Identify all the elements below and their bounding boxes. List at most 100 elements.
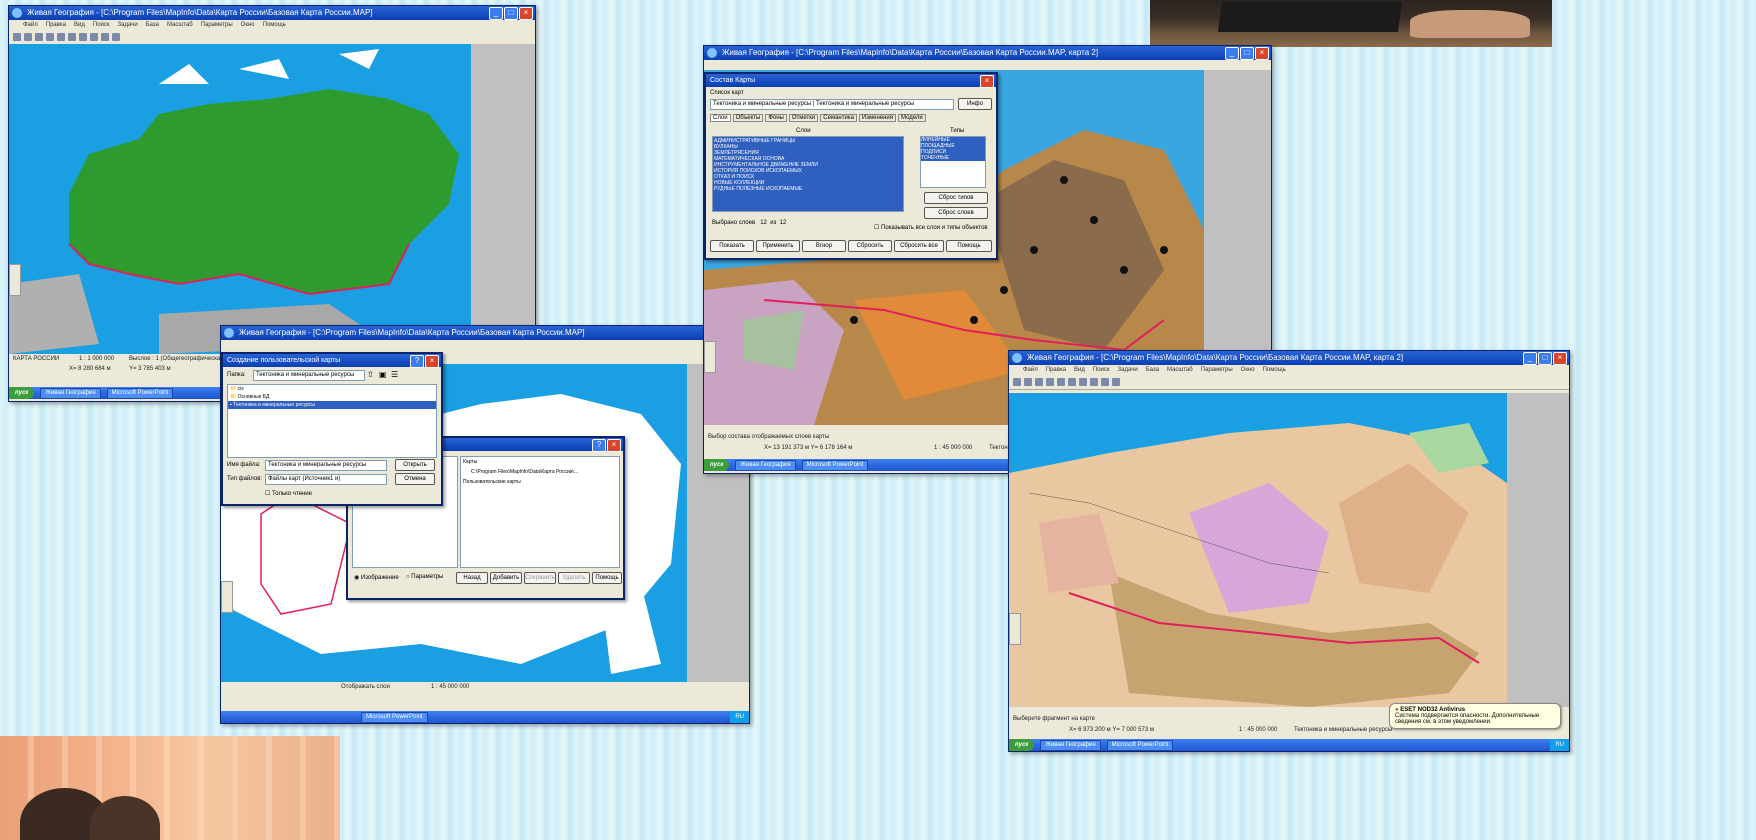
show-all-checkbox[interactable]: ☐ Показывать все слои и типы объектов (874, 224, 988, 231)
tree-item-path[interactable]: C:\Program Files\MapInfo\Data\Карта Росс… (461, 467, 619, 477)
back-button[interactable]: Назад (456, 572, 488, 584)
help-button[interactable]: Помощь (946, 240, 992, 252)
search-icon[interactable] (101, 33, 109, 41)
menu-help[interactable]: Помощь (263, 20, 286, 30)
menu-search[interactable]: Поиск (93, 20, 110, 30)
search-icon[interactable] (1101, 378, 1109, 386)
layers-icon[interactable] (90, 33, 98, 41)
radio-params[interactable]: ○ Параметры (406, 574, 443, 580)
window-titlebar[interactable]: Живая География - [C:\Program Files\MapI… (704, 46, 1271, 60)
open-button[interactable]: Открыть (395, 459, 435, 471)
menu-window[interactable]: Окно (241, 20, 255, 30)
menu-file[interactable]: Файл (1023, 365, 1038, 375)
list-item[interactable]: ТОЧЕЧНЫЕ (921, 155, 985, 161)
tab-backgrounds[interactable]: Фоны (765, 114, 787, 122)
taskbar-item-powerpoint[interactable]: Microsoft PowerPoint (1106, 739, 1174, 751)
map-canvas[interactable] (1009, 393, 1507, 707)
select-icon[interactable] (1046, 378, 1054, 386)
tree-item-maps[interactable]: Карты (461, 457, 619, 467)
menu-scale[interactable]: Масштаб (167, 20, 193, 30)
select-icon[interactable] (46, 33, 54, 41)
types-list[interactable]: ЛИНЕЙНЫЕ ПЛОЩАДНЫЕ ПОДПИСИ ТОЧЕЧНЫЕ (920, 136, 986, 188)
panel-toggle[interactable] (704, 341, 716, 373)
taskbar-item-powerpoint[interactable]: Microsoft PowerPoint (801, 459, 869, 471)
delete-button[interactable]: Удалить (558, 572, 590, 584)
menu-window[interactable]: Окно (1241, 365, 1255, 375)
menu-base[interactable]: База (1146, 365, 1159, 375)
open-icon[interactable] (13, 33, 21, 41)
filename-input[interactable]: Тектоника и минеральные ресурсы (265, 460, 387, 471)
list-item[interactable]: РУДНЫЕ ПОЛЕЗНЫЕ ИСКОПАЕМЫЕ (714, 186, 902, 192)
info-icon[interactable] (112, 33, 120, 41)
save-icon[interactable] (24, 33, 32, 41)
close-button[interactable]: × (1553, 352, 1567, 365)
dialog-titlebar[interactable]: Состав Карты × (706, 74, 996, 88)
window-titlebar[interactable]: Живая География - [C:\Program Files\MapI… (221, 326, 749, 340)
start-button[interactable]: пуск (704, 459, 730, 471)
zoom-in-icon[interactable] (57, 33, 65, 41)
reset-types-button[interactable]: Сброс типов (924, 192, 988, 204)
map-tree[interactable]: Карты C:\Program Files\MapInfo\Data\Карт… (460, 456, 620, 568)
window-titlebar[interactable]: Живая География - [C:\Program Files\MapI… (9, 6, 535, 20)
panel-toggle[interactable] (9, 264, 21, 296)
pan-icon[interactable] (1079, 378, 1087, 386)
menu-params[interactable]: Параметры (201, 20, 233, 30)
save-button[interactable]: Сохранить (524, 572, 556, 584)
tab-changes[interactable]: Изменения (858, 114, 897, 122)
readonly-checkbox[interactable]: ☐ Только чтение (265, 490, 312, 497)
tab-semantics[interactable]: Семантика (820, 114, 857, 122)
layers-icon[interactable] (1090, 378, 1098, 386)
menu-tasks[interactable]: Задачи (1118, 365, 1138, 375)
help-button-2[interactable]: Помощь (592, 572, 622, 584)
panel-toggle[interactable] (221, 581, 233, 613)
layers-list[interactable]: АДМИНИСТРАТИВНЫЕ ГРАНИЦЫ ВУЛКАНЫ ЗЕМЛЕТР… (712, 136, 904, 212)
tab-objects[interactable]: Объекты (732, 114, 764, 122)
show-button[interactable]: Показать (710, 240, 754, 252)
tab-models[interactable]: Модели (898, 114, 926, 122)
panel-toggle[interactable] (1009, 613, 1021, 645)
menu-view[interactable]: Вид (1074, 365, 1085, 375)
close-button[interactable]: × (425, 355, 439, 368)
menu-file[interactable]: Файл (23, 20, 38, 30)
zoom-out-icon[interactable] (1068, 378, 1076, 386)
tree-item-user-maps[interactable]: Пользовательские карты (461, 477, 619, 487)
reset-layers-button[interactable]: Сброс слоев (924, 207, 988, 219)
taskbar-item-powerpoint[interactable]: Microsoft PowerPoint (106, 387, 174, 399)
close-button[interactable]: × (607, 439, 621, 452)
maximize-button[interactable]: □ (504, 7, 518, 20)
open-icon[interactable] (1013, 378, 1021, 386)
reset-all-button[interactable]: Сбросить все (894, 240, 944, 252)
filetype-select[interactable]: Файлы карт (Источник1 и) (265, 474, 387, 485)
maximize-button[interactable]: □ (1240, 47, 1254, 60)
taskbar-item-app[interactable]: Живая География (735, 459, 796, 471)
reset-button[interactable]: Сбросить (848, 240, 892, 252)
radio-image[interactable]: ◉ Изображение (354, 574, 399, 581)
file-list[interactable]: 📁 cis 📁 Основные БД ▪ Тектоника и минера… (227, 384, 437, 458)
maximize-button[interactable]: □ (1538, 352, 1552, 365)
print-icon[interactable] (1035, 378, 1043, 386)
maplist-select[interactable]: Тектоника и минеральные ресурсы | Тектон… (710, 99, 954, 110)
folder-up-icon[interactable]: ⇧ (367, 370, 374, 379)
map-canvas[interactable] (9, 44, 471, 354)
menu-help[interactable]: Помощь (1263, 365, 1286, 375)
window-titlebar[interactable]: Живая География - [C:\Program Files\MapI… (1009, 351, 1569, 365)
menu-base[interactable]: База (146, 20, 159, 30)
tab-layers[interactable]: Слои (710, 114, 731, 122)
folder-select[interactable]: Тектоника и минеральные ресурсы (253, 370, 365, 381)
menu-scale[interactable]: Масштаб (1167, 365, 1193, 375)
menu-view[interactable]: Вид (74, 20, 85, 30)
close-button[interactable]: × (1255, 47, 1269, 60)
info-icon[interactable] (1112, 378, 1120, 386)
taskbar-item-app[interactable]: Живая География (40, 387, 101, 399)
apply-button[interactable]: Применить (756, 240, 800, 252)
menu-search[interactable]: Поиск (1093, 365, 1110, 375)
minimize-button[interactable]: _ (1523, 352, 1537, 365)
save-icon[interactable] (1024, 378, 1032, 386)
zoom-in-icon[interactable] (1057, 378, 1065, 386)
minimize-button[interactable]: _ (1225, 47, 1239, 60)
new-folder-icon[interactable]: ▣ (379, 370, 387, 379)
pan-icon[interactable] (79, 33, 87, 41)
list-item-selected[interactable]: ▪ Тектоника и минеральные ресурсы (228, 401, 436, 409)
menu-edit[interactable]: Правка (1046, 365, 1066, 375)
menu-edit[interactable]: Правка (46, 20, 66, 30)
